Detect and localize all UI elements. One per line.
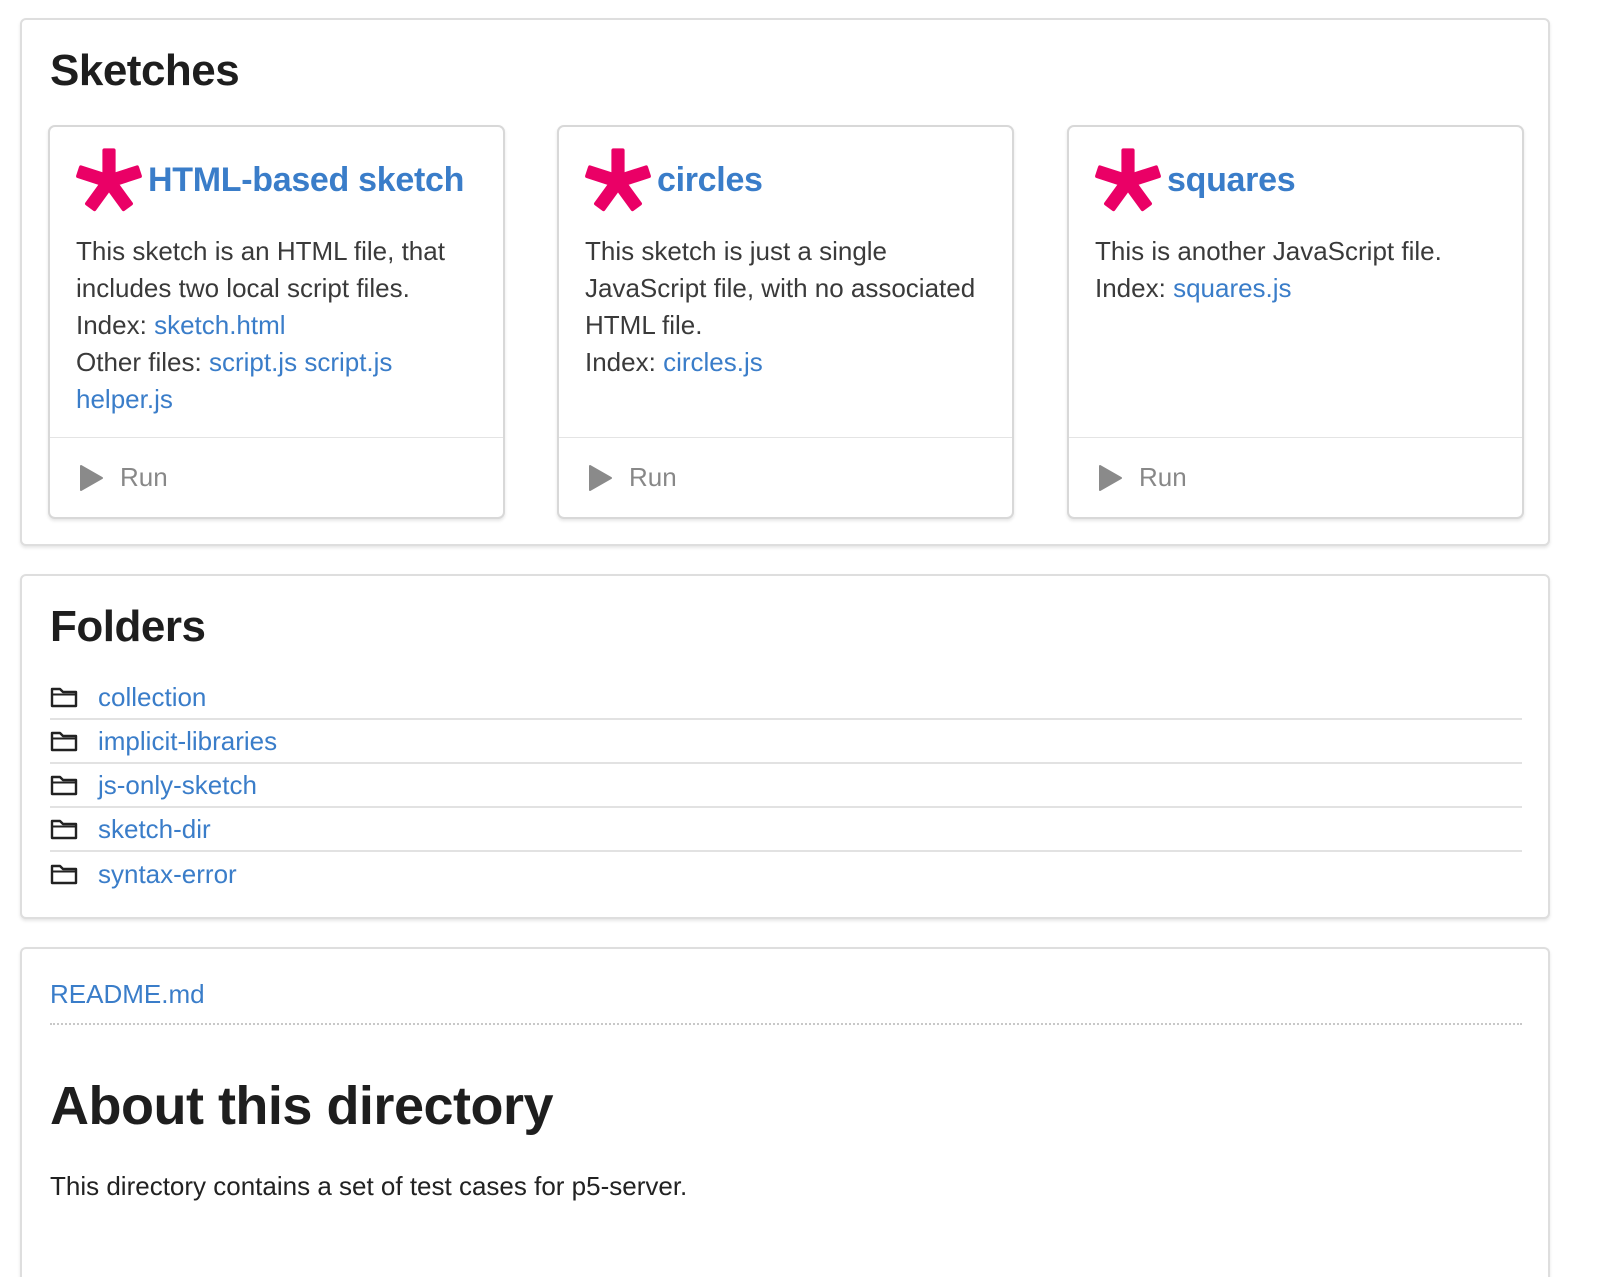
folders-section: Folders collection implicit-libraries js… bbox=[20, 574, 1550, 919]
run-label: Run bbox=[120, 462, 168, 492]
index-file-link[interactable]: sketch.html bbox=[154, 310, 286, 340]
sketch-card-circles: circles This sketch is just a single Jav… bbox=[557, 125, 1014, 519]
folder-icon bbox=[50, 731, 78, 752]
sketch-description-text: This sketch is just a single JavaScript … bbox=[585, 236, 976, 340]
index-file-link[interactable]: circles.js bbox=[663, 347, 763, 377]
sketches-title: Sketches bbox=[50, 46, 240, 95]
run-button[interactable]: Run bbox=[78, 462, 168, 493]
asterisk-icon bbox=[1095, 148, 1161, 212]
card-footer: Run bbox=[1069, 437, 1522, 517]
index-label: Index: bbox=[1095, 273, 1166, 303]
sketch-index-row: Index: circles.js bbox=[585, 344, 996, 381]
sketch-description-text: This is another JavaScript file. bbox=[1095, 236, 1442, 266]
folder-icon bbox=[50, 864, 78, 885]
folder-link[interactable]: collection bbox=[98, 682, 206, 713]
folder-link[interactable]: implicit-libraries bbox=[98, 726, 277, 757]
readme-file-link[interactable]: README.md bbox=[50, 979, 205, 1010]
asterisk-icon bbox=[585, 148, 651, 212]
run-label: Run bbox=[629, 462, 677, 492]
play-icon bbox=[1099, 464, 1122, 491]
card-footer: Run bbox=[559, 437, 1012, 517]
folder-link[interactable]: syntax-error bbox=[98, 859, 237, 890]
run-button[interactable]: Run bbox=[1097, 462, 1187, 493]
readme-divider bbox=[50, 1023, 1522, 1025]
sketch-card-html-based: HTML-based sketch This sketch is an HTML… bbox=[48, 125, 505, 519]
readme-paragraph: This directory contains a set of test ca… bbox=[50, 1171, 688, 1201]
other-file-link[interactable]: helper.js bbox=[76, 384, 173, 414]
run-button[interactable]: Run bbox=[587, 462, 677, 493]
sketch-title-link[interactable]: circles bbox=[657, 161, 763, 200]
sketch-description-text: This sketch is an HTML file, that includ… bbox=[76, 236, 445, 303]
folders-title: Folders bbox=[50, 602, 206, 651]
folder-item[interactable]: implicit-libraries bbox=[50, 720, 1522, 764]
sketch-other-files-row: Other files: script.js script.js helper.… bbox=[76, 344, 487, 418]
sketch-title-link[interactable]: HTML-based sketch bbox=[148, 161, 464, 200]
folder-item[interactable]: syntax-error bbox=[50, 852, 1522, 896]
card-footer: Run bbox=[50, 437, 503, 517]
run-label: Run bbox=[1139, 462, 1187, 492]
folder-icon bbox=[50, 819, 78, 840]
other-file-link[interactable]: script.js bbox=[209, 347, 297, 377]
folder-link[interactable]: sketch-dir bbox=[98, 814, 211, 845]
index-label: Index: bbox=[585, 347, 656, 377]
sketch-card-squares: squares This is another JavaScript file.… bbox=[1067, 125, 1524, 519]
index-label: Index: bbox=[76, 310, 147, 340]
sketch-description: This sketch is just a single JavaScript … bbox=[585, 233, 996, 381]
folder-item[interactable]: js-only-sketch bbox=[50, 764, 1522, 808]
folder-icon bbox=[50, 687, 78, 708]
other-file-link[interactable]: script.js bbox=[304, 347, 392, 377]
sketch-index-row: Index: squares.js bbox=[1095, 270, 1506, 307]
folder-item[interactable]: collection bbox=[50, 676, 1522, 720]
sketch-description: This sketch is an HTML file, that includ… bbox=[76, 233, 487, 418]
index-file-link[interactable]: squares.js bbox=[1173, 273, 1292, 303]
sketch-title-link[interactable]: squares bbox=[1167, 161, 1296, 200]
readme-heading: About this directory bbox=[50, 1076, 554, 1136]
folder-icon bbox=[50, 775, 78, 796]
readme-section: README.md About this directory This dire… bbox=[20, 947, 1550, 1277]
folder-list: collection implicit-libraries js-only-sk… bbox=[50, 676, 1522, 896]
other-files-label: Other files: bbox=[76, 347, 202, 377]
asterisk-icon bbox=[76, 148, 142, 212]
sketches-section: Sketches HTML-based sketch This sketch i… bbox=[20, 18, 1550, 546]
sketch-description: This is another JavaScript file. Index: … bbox=[1095, 233, 1506, 307]
sketch-index-row: Index: sketch.html bbox=[76, 307, 487, 344]
folder-link[interactable]: js-only-sketch bbox=[98, 770, 257, 801]
play-icon bbox=[80, 464, 103, 491]
play-icon bbox=[589, 464, 612, 491]
folder-item[interactable]: sketch-dir bbox=[50, 808, 1522, 852]
